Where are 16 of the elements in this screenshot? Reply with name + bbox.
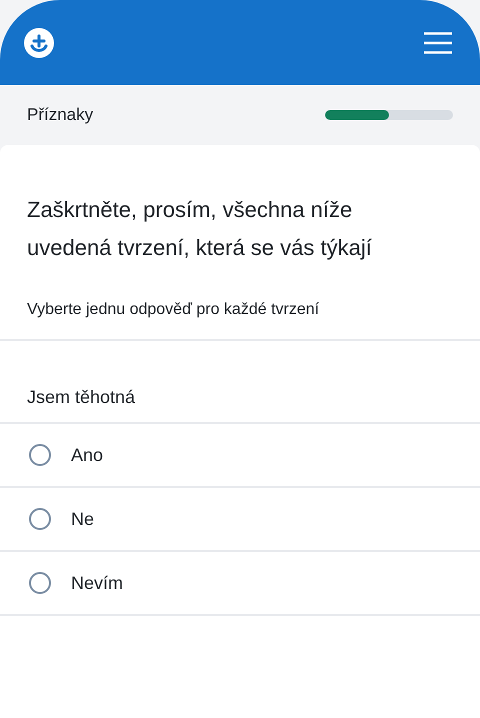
radio-button[interactable] (29, 508, 51, 530)
answer-option[interactable]: Ne (0, 488, 480, 552)
logo-icon[interactable] (24, 28, 54, 58)
menu-icon (424, 32, 452, 54)
question-hint: Vyberte jednu odpověď pro každé tvrzení (0, 267, 480, 341)
statement-label: Jsem těhotná (0, 341, 480, 424)
answer-option[interactable]: Ano (0, 424, 480, 488)
answer-option[interactable]: Nevím (0, 552, 480, 616)
section-title: Příznaky (27, 105, 94, 125)
question-title: Zaškrtněte, prosím, všechna níže uvedená tvrzení, která se vás týkají (26, 196, 373, 262)
radio-button[interactable] (29, 444, 51, 466)
option-label: Ne (71, 508, 94, 530)
option-label: Nevím (71, 572, 124, 594)
menu-button[interactable] (424, 32, 452, 54)
option-label: Ano (71, 444, 104, 466)
radio-button[interactable] (29, 572, 51, 594)
